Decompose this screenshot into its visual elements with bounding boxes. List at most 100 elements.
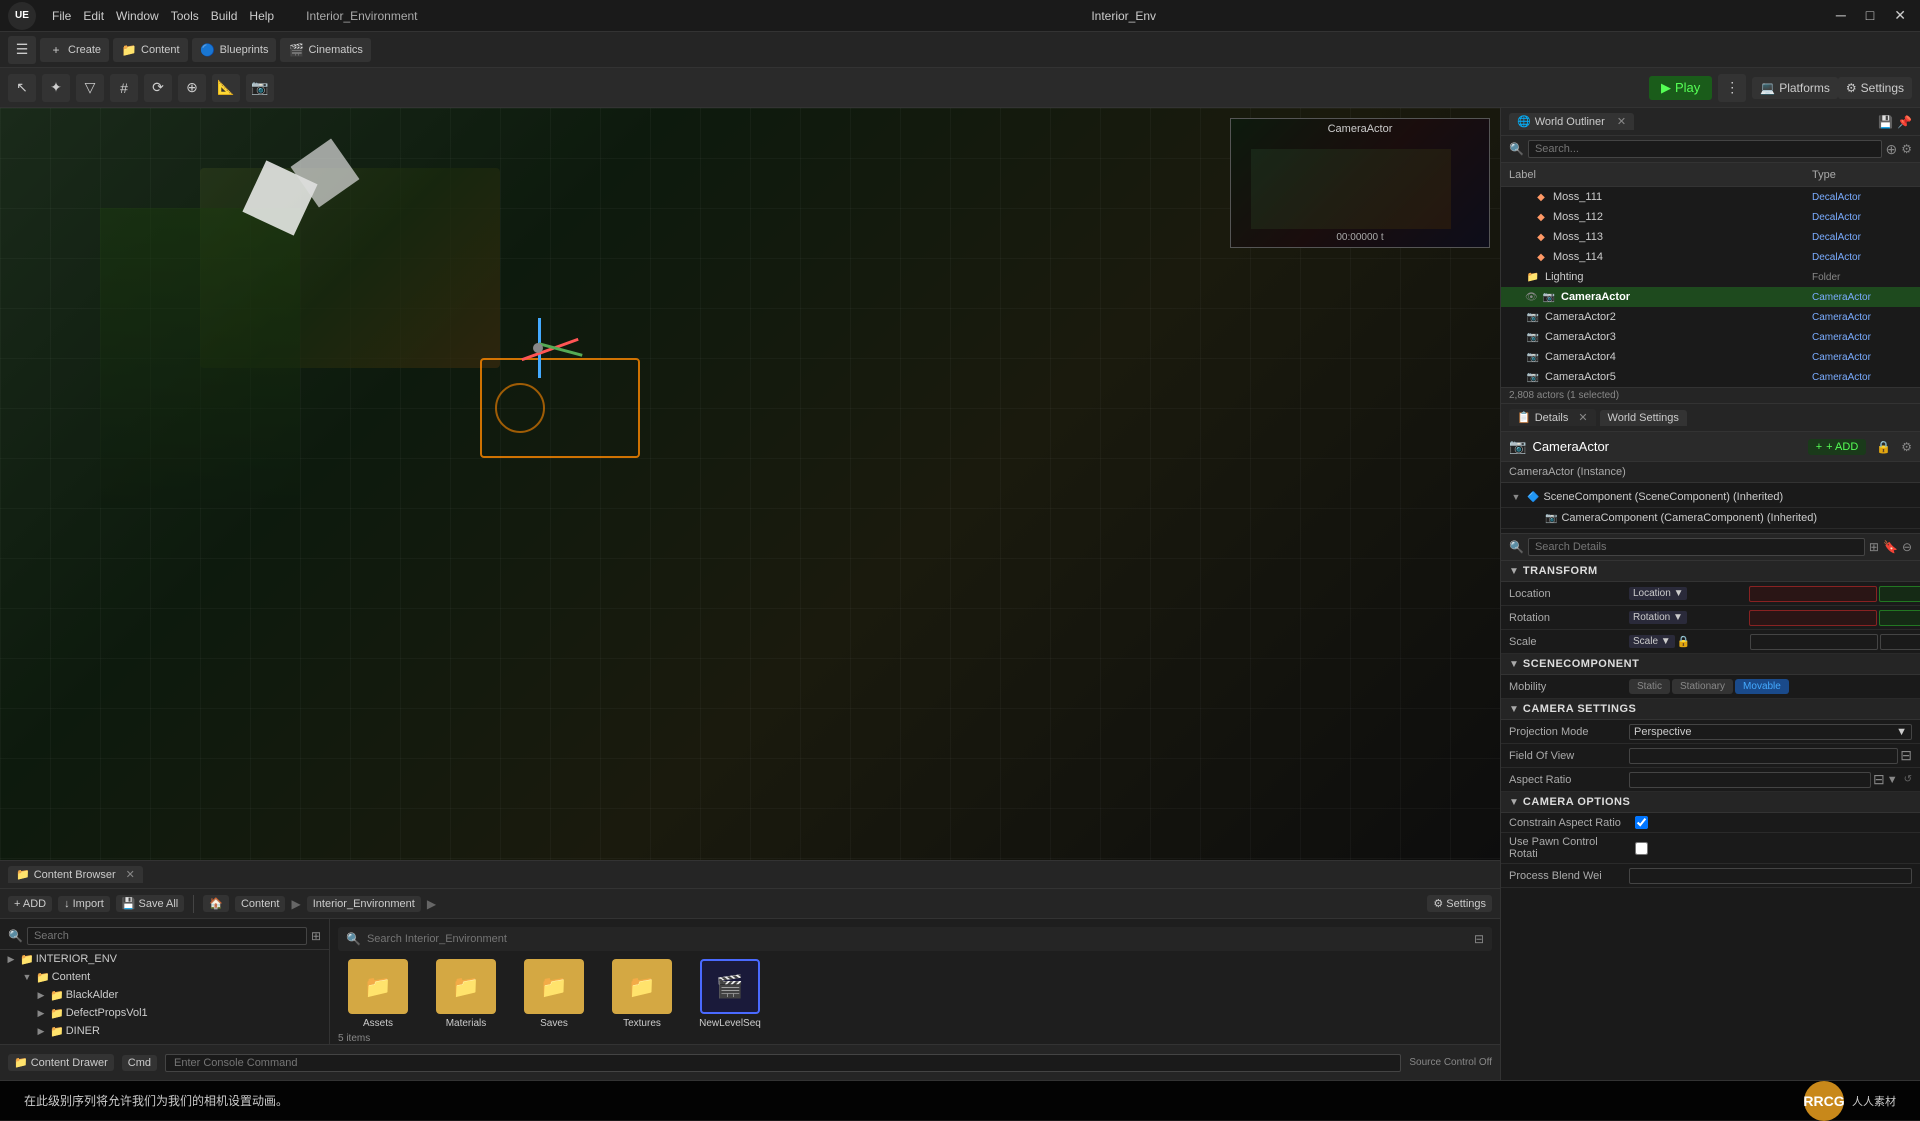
viewport-content[interactable]: CameraActor 00:00000 t: [0, 108, 1500, 860]
menu-help[interactable]: Help: [249, 9, 274, 23]
source-control-btn[interactable]: Source Control Off: [1409, 1057, 1492, 1068]
dp-add-btn[interactable]: + + ADD: [1808, 439, 1867, 455]
cb-import-btn[interactable]: ↓ Import: [58, 896, 110, 912]
location-dropdown[interactable]: Location ▼: [1629, 587, 1747, 600]
file-assets[interactable]: 📁 Assets: [338, 959, 418, 1029]
blend-input[interactable]: 1.0: [1629, 868, 1912, 884]
wo-item-moss114[interactable]: ◆ Moss_114 DecalActor: [1501, 247, 1920, 267]
static-btn[interactable]: Static: [1629, 679, 1670, 694]
sidebar-toggle-btn[interactable]: ☰: [8, 36, 36, 64]
play-options-btn[interactable]: ⋮: [1718, 74, 1746, 102]
cb-file-search[interactable]: [365, 931, 1470, 947]
wo-save-icon[interactable]: 💾: [1878, 115, 1893, 129]
wo-search-input[interactable]: [1528, 140, 1882, 158]
platforms-btn[interactable]: 💻 Platforms: [1752, 77, 1838, 99]
scale-dropdown[interactable]: Scale ▼ 🔒: [1629, 635, 1748, 648]
cb-tree-content[interactable]: ▼ 📁 Content: [0, 968, 329, 986]
wo-item-camera1[interactable]: 👁 📷 CameraActor CameraActor: [1501, 287, 1920, 307]
dp-world-settings-tab[interactable]: World Settings: [1600, 410, 1687, 426]
file-newlevelseq[interactable]: 🎬 NewLevelSeq: [690, 959, 770, 1029]
fov-slider[interactable]: ⊟: [1900, 747, 1912, 764]
aspect-dropdown-arrow[interactable]: ▼: [1887, 774, 1898, 786]
viewport[interactable]: Viewport 1 ✕ ☰ 🎥 Perspective 💡 Lit Show: [0, 108, 1500, 860]
scale-y[interactable]: 1.0: [1880, 634, 1920, 650]
pawn-checkbox[interactable]: [1635, 842, 1648, 855]
close-btn[interactable]: ✕: [1888, 5, 1912, 26]
menu-build[interactable]: Build: [211, 9, 238, 23]
cb-tab[interactable]: 📁 Content Browser ✕: [8, 866, 143, 883]
dp-camera-options-section[interactable]: ▼ CAMERA OPTIONS: [1501, 792, 1920, 813]
dp-filter-icon[interactable]: ⊞: [1869, 540, 1879, 554]
fov-input[interactable]: 90.0 °: [1629, 748, 1898, 764]
scale-x[interactable]: 1.0: [1750, 634, 1879, 650]
aspect-slider[interactable]: ⊟: [1873, 771, 1885, 788]
minimize-btn[interactable]: ─: [1830, 5, 1852, 26]
dp-scenecomp-section[interactable]: ▼ SCENECOMPONENT: [1501, 654, 1920, 675]
dp-lock-icon[interactable]: 🔒: [1876, 440, 1891, 454]
measure-tool-btn[interactable]: 📐: [212, 74, 240, 102]
aspect-reset[interactable]: ↺: [1904, 774, 1912, 785]
move-tool-btn[interactable]: ✦: [42, 74, 70, 102]
cb-add-btn[interactable]: + ADD: [8, 896, 52, 912]
rotate-tool-btn[interactable]: ⟳: [144, 74, 172, 102]
console-input[interactable]: [165, 1054, 1401, 1072]
aspect-input[interactable]: 2.1: [1629, 772, 1871, 788]
stationary-btn[interactable]: Stationary: [1672, 679, 1733, 694]
file-filter-icon[interactable]: ⊟: [1474, 932, 1484, 946]
cb-breadcrumb-interior[interactable]: Interior_Environment: [307, 896, 421, 912]
loc-y[interactable]: 2779.598633: [1879, 586, 1920, 602]
wo-pin-icon[interactable]: 📌: [1897, 115, 1912, 129]
cb-save-btn[interactable]: 💾 Save All: [116, 895, 184, 912]
cinematics-btn[interactable]: 🎬 Cinematics: [280, 38, 370, 62]
dp-transform-section[interactable]: ▼ TRANSFORM: [1501, 561, 1920, 582]
file-textures[interactable]: 📁 Textures: [602, 959, 682, 1029]
cb-tree-options[interactable]: ⊞: [311, 929, 321, 943]
dp-bookmark-icon[interactable]: 🔖: [1883, 540, 1898, 554]
wo-item-lighting[interactable]: 📁 Lighting Folder: [1501, 267, 1920, 287]
dp-details-tab[interactable]: 📋 Details ✕: [1509, 409, 1596, 426]
cb-settings-btn[interactable]: ⚙ Settings: [1427, 895, 1492, 912]
movable-btn[interactable]: Movable: [1735, 679, 1789, 694]
cb-tree-blackalder[interactable]: ▶ 📁 BlackAlder: [0, 986, 329, 1004]
select-tool-btn[interactable]: ↖: [8, 74, 36, 102]
file-saves[interactable]: 📁 Saves: [514, 959, 594, 1029]
wo-item-camera3[interactable]: 📷 CameraActor3 CameraActor: [1501, 327, 1920, 347]
dp-settings-icon[interactable]: ⚙: [1901, 440, 1912, 454]
dp-tab-close[interactable]: ✕: [1578, 411, 1587, 424]
menu-tools[interactable]: Tools: [171, 9, 199, 23]
camera-tool-btn[interactable]: 📷: [246, 74, 274, 102]
cb-nav-home[interactable]: 🏠: [203, 895, 229, 912]
rot-x[interactable]: 0.000131 °: [1749, 610, 1877, 626]
menu-edit[interactable]: Edit: [83, 9, 104, 23]
wo-item-moss111[interactable]: ◆ Moss_111 DecalActor: [1501, 187, 1920, 207]
wo-item-camera5[interactable]: 📷 CameraActor5 CameraActor: [1501, 367, 1920, 387]
restore-btn[interactable]: □: [1860, 5, 1880, 26]
wo-item-moss113[interactable]: ◆ Moss_113 DecalActor: [1501, 227, 1920, 247]
wo-filter-icon[interactable]: ⊕: [1886, 141, 1898, 158]
wo-tab[interactable]: 🌐 World Outliner ✕: [1509, 113, 1634, 130]
constrain-checkbox[interactable]: [1635, 816, 1648, 829]
lock-scale-icon[interactable]: 🔒: [1677, 635, 1691, 648]
dp-collapse-icon[interactable]: ⊖: [1902, 540, 1912, 554]
cb-tree-defectprops[interactable]: ▶ 📁 DefectPropsVol1: [0, 1004, 329, 1022]
wo-tab-close[interactable]: ✕: [1617, 115, 1626, 128]
dp-camera-comp[interactable]: 📷 CameraComponent (CameraComponent) (Inh…: [1501, 508, 1920, 529]
wo-item-moss112[interactable]: ◆ Moss_112 DecalActor: [1501, 207, 1920, 227]
rot-mode[interactable]: Rotation ▼: [1629, 611, 1687, 624]
wo-item-camera4[interactable]: 📷 CameraActor4 CameraActor: [1501, 347, 1920, 367]
loc-mode[interactable]: Location ▼: [1629, 587, 1687, 600]
projection-dropdown[interactable]: Perspective ▼: [1629, 724, 1912, 740]
cb-tab-close[interactable]: ✕: [126, 868, 135, 881]
play-btn[interactable]: ▶ Play: [1649, 76, 1712, 100]
rot-dropdown[interactable]: Rotation ▼: [1629, 611, 1747, 624]
settings-btn[interactable]: ⚙ Settings: [1838, 77, 1912, 99]
cb-tree-root[interactable]: ▶ 📁 INTERIOR_ENV: [0, 950, 329, 968]
content-btn[interactable]: 📁 Content: [113, 38, 188, 62]
dp-camera-settings-section[interactable]: ▼ CAMERA SETTINGS: [1501, 699, 1920, 720]
blueprints-btn[interactable]: 🔵 Blueprints: [192, 38, 277, 62]
scale-tool-btn[interactable]: ⊕: [178, 74, 206, 102]
cb-tree-search[interactable]: [27, 927, 307, 945]
menu-file[interactable]: File: [52, 9, 71, 23]
scale-mode[interactable]: Scale ▼: [1629, 635, 1675, 648]
cb-tree-diner[interactable]: ▶ 📁 DINER: [0, 1022, 329, 1040]
